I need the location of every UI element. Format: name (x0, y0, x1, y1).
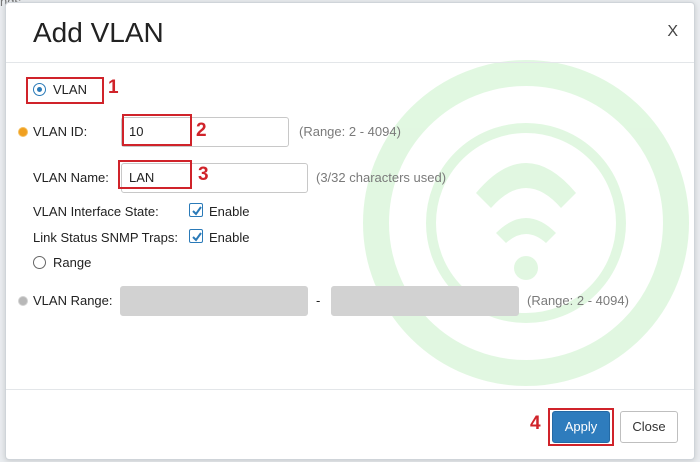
close-button[interactable]: Close (620, 411, 678, 443)
dialog-title: Add VLAN (33, 17, 164, 48)
dialog-header: Add VLAN X (6, 3, 694, 63)
annotation-number-4: 4 (530, 413, 541, 434)
annotation-number-2: 2 (196, 120, 207, 141)
annotation-box-2 (122, 114, 192, 146)
checkmark-icon (192, 206, 202, 216)
snmp-traps-enable-label: Enable (209, 230, 250, 245)
watermark-logo (363, 60, 689, 386)
vlan-id-range-hint: (Range: 2 - 4094) (299, 124, 401, 139)
checkmark-icon (192, 232, 202, 242)
annotation-number-3: 3 (198, 164, 209, 185)
vlan-name-label: VLAN Name: (33, 170, 109, 185)
snmp-traps-label: Link Status SNMP Traps: (33, 230, 178, 245)
snmp-traps-checkbox[interactable] (189, 229, 203, 243)
interface-state-label: VLAN Interface State: (33, 204, 159, 219)
vlan-id-label: VLAN ID: (33, 124, 88, 139)
apply-button[interactable]: Apply (552, 411, 610, 443)
vlan-range-start-input[interactable] (120, 286, 308, 316)
annotation-box-1 (26, 77, 104, 104)
range-radio-label: Range (53, 255, 92, 270)
vlan-name-char-count: (3/32 characters used) (316, 170, 447, 185)
vlan-range-hint: (Range: 2 - 4094) (527, 293, 629, 308)
annotation-number-1: 1 (108, 77, 119, 98)
vlan-range-label: VLAN Range: (33, 293, 113, 308)
dialog-footer: 4 Apply Close (6, 389, 694, 459)
interface-state-checkbox[interactable] (189, 203, 203, 217)
vlan-range-end-input[interactable] (331, 286, 519, 316)
required-icon (19, 128, 27, 136)
range-radio[interactable] (33, 256, 46, 269)
annotation-box-3 (118, 160, 192, 189)
close-icon[interactable]: X (667, 23, 678, 41)
vlan-range-separator: - (316, 293, 321, 308)
add-vlan-dialog: Add VLAN X VLAN 1 VLAN ID: 10 (Range: 2 … (5, 2, 695, 460)
interface-state-enable-label: Enable (209, 204, 250, 219)
required-icon-disabled (19, 297, 27, 305)
